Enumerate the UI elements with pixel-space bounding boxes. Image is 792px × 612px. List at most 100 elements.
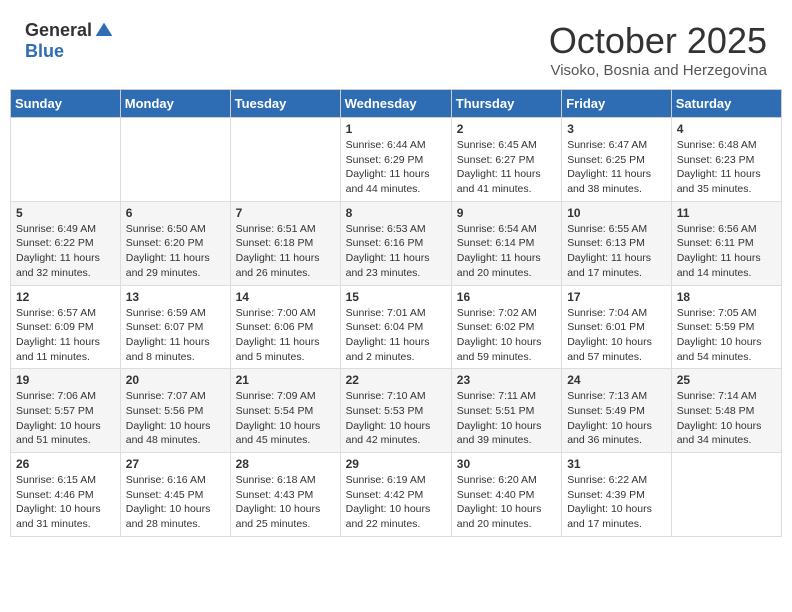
calendar-cell: 11 Sunrise: 6:56 AM Sunset: 6:11 PM Dayli… [671,201,781,285]
day-number: 10 [567,206,666,220]
calendar-cell: 5Sunrise: 6:49 AM Sunset: 6:22 PM Daylig… [11,201,121,285]
calendar-cell: 31 Sunrise: 6:22 AM Sunset: 4:39 PM Dayli… [562,453,672,537]
calendar-cell [120,118,230,202]
day-number: 30 [457,457,556,471]
day-info: Sunrise: 6:22 AM Sunset: 4:39 PM Dayligh… [567,473,666,532]
calendar-cell [230,118,340,202]
calendar-cell: 8Sunrise: 6:53 AM Sunset: 6:16 PM Daylig… [340,201,451,285]
calendar-week-row: 26 Sunrise: 6:15 AM Sunset: 4:46 PM Dayli… [11,453,782,537]
day-number: 7 [236,206,335,220]
day-info: Sunrise: 7:02 AM Sunset: 6:02 PM Dayligh… [457,306,556,365]
day-info: Sunrise: 7:05 AM Sunset: 5:59 PM Dayligh… [677,306,776,365]
day-info: Sunrise: 7:07 AM Sunset: 5:56 PM Dayligh… [126,389,225,448]
calendar-cell: 22 Sunrise: 7:10 AM Sunset: 5:53 PM Dayli… [340,369,451,453]
logo-general-text: General [25,20,92,41]
day-number: 14 [236,290,335,304]
calendar-cell: 25 Sunrise: 7:14 AM Sunset: 5:48 PM Dayli… [671,369,781,453]
day-number: 11 [677,206,776,220]
calendar-cell: 29Sunrise: 6:19 AM Sunset: 4:42 PM Dayli… [340,453,451,537]
day-number: 6 [126,206,225,220]
calendar-week-row: 12Sunrise: 6:57 AM Sunset: 6:09 PM Dayli… [11,285,782,369]
day-number: 18 [677,290,776,304]
calendar-cell: 9Sunrise: 6:54 AM Sunset: 6:14 PM Daylig… [451,201,561,285]
weekday-header-wednesday: Wednesday [340,90,451,118]
day-number: 26 [16,457,115,471]
calendar-week-row: 1 Sunrise: 6:44 AM Sunset: 6:29 PM Daylig… [11,118,782,202]
logo: General Blue [25,20,114,62]
calendar-cell: 4Sunrise: 6:48 AM Sunset: 6:23 PM Daylig… [671,118,781,202]
day-info: Sunrise: 7:04 AM Sunset: 6:01 PM Dayligh… [567,306,666,365]
day-info: Sunrise: 7:09 AM Sunset: 5:54 PM Dayligh… [236,389,335,448]
day-number: 20 [126,373,225,387]
calendar-cell [671,453,781,537]
weekday-header-thursday: Thursday [451,90,561,118]
day-info: Sunrise: 6:54 AM Sunset: 6:14 PM Dayligh… [457,222,556,281]
day-info: Sunrise: 6:44 AM Sunset: 6:29 PM Dayligh… [346,138,446,197]
calendar-cell: 1 Sunrise: 6:44 AM Sunset: 6:29 PM Daylig… [340,118,451,202]
location-text: Visoko, Bosnia and Herzegovina [549,62,767,79]
calendar-cell: 24Sunrise: 7:13 AM Sunset: 5:49 PM Dayli… [562,369,672,453]
calendar-cell: 15Sunrise: 7:01 AM Sunset: 6:04 PM Dayli… [340,285,451,369]
day-info: Sunrise: 7:14 AM Sunset: 5:48 PM Dayligh… [677,389,776,448]
weekday-header-friday: Friday [562,90,672,118]
day-info: Sunrise: 6:47 AM Sunset: 6:25 PM Dayligh… [567,138,666,197]
day-info: Sunrise: 6:57 AM Sunset: 6:09 PM Dayligh… [16,306,115,365]
calendar-week-row: 5Sunrise: 6:49 AM Sunset: 6:22 PM Daylig… [11,201,782,285]
calendar-cell: 27Sunrise: 6:16 AM Sunset: 4:45 PM Dayli… [120,453,230,537]
day-number: 13 [126,290,225,304]
day-info: Sunrise: 6:20 AM Sunset: 4:40 PM Dayligh… [457,473,556,532]
calendar-cell: 7 Sunrise: 6:51 AM Sunset: 6:18 PM Daylig… [230,201,340,285]
day-info: Sunrise: 7:06 AM Sunset: 5:57 PM Dayligh… [16,389,115,448]
month-title: October 2025 [549,20,767,62]
weekday-header-saturday: Saturday [671,90,781,118]
day-number: 3 [567,122,666,136]
logo-icon [94,21,114,41]
day-info: Sunrise: 6:53 AM Sunset: 6:16 PM Dayligh… [346,222,446,281]
day-info: Sunrise: 6:16 AM Sunset: 4:45 PM Dayligh… [126,473,225,532]
day-number: 29 [346,457,446,471]
weekday-header-sunday: Sunday [11,90,121,118]
calendar-cell: 23Sunrise: 7:11 AM Sunset: 5:51 PM Dayli… [451,369,561,453]
day-number: 22 [346,373,446,387]
page-header: General Blue October 2025 Visoko, Bosnia… [10,10,782,84]
calendar-cell: 18 Sunrise: 7:05 AM Sunset: 5:59 PM Dayli… [671,285,781,369]
calendar-cell: 28Sunrise: 6:18 AM Sunset: 4:43 PM Dayli… [230,453,340,537]
calendar-cell: 10 Sunrise: 6:55 AM Sunset: 6:13 PM Dayli… [562,201,672,285]
day-info: Sunrise: 6:56 AM Sunset: 6:11 PM Dayligh… [677,222,776,281]
calendar-cell: 20 Sunrise: 7:07 AM Sunset: 5:56 PM Dayli… [120,369,230,453]
day-info: Sunrise: 7:13 AM Sunset: 5:49 PM Dayligh… [567,389,666,448]
day-info: Sunrise: 6:45 AM Sunset: 6:27 PM Dayligh… [457,138,556,197]
day-info: Sunrise: 6:15 AM Sunset: 4:46 PM Dayligh… [16,473,115,532]
calendar-cell: 6Sunrise: 6:50 AM Sunset: 6:20 PM Daylig… [120,201,230,285]
day-info: Sunrise: 6:55 AM Sunset: 6:13 PM Dayligh… [567,222,666,281]
calendar-cell: 16 Sunrise: 7:02 AM Sunset: 6:02 PM Dayli… [451,285,561,369]
day-info: Sunrise: 6:59 AM Sunset: 6:07 PM Dayligh… [126,306,225,365]
calendar-cell: 26 Sunrise: 6:15 AM Sunset: 4:46 PM Dayli… [11,453,121,537]
weekday-header-tuesday: Tuesday [230,90,340,118]
day-info: Sunrise: 6:51 AM Sunset: 6:18 PM Dayligh… [236,222,335,281]
weekday-header-row: SundayMondayTuesdayWednesdayThursdayFrid… [11,90,782,118]
calendar-cell: 30 Sunrise: 6:20 AM Sunset: 4:40 PM Dayli… [451,453,561,537]
day-info: Sunrise: 7:11 AM Sunset: 5:51 PM Dayligh… [457,389,556,448]
day-info: Sunrise: 7:10 AM Sunset: 5:53 PM Dayligh… [346,389,446,448]
calendar-cell: 2 Sunrise: 6:45 AM Sunset: 6:27 PM Daylig… [451,118,561,202]
logo-blue-text: Blue [25,41,64,62]
calendar-cell: 21 Sunrise: 7:09 AM Sunset: 5:54 PM Dayli… [230,369,340,453]
day-info: Sunrise: 7:01 AM Sunset: 6:04 PM Dayligh… [346,306,446,365]
day-number: 21 [236,373,335,387]
day-number: 1 [346,122,446,136]
day-number: 16 [457,290,556,304]
day-number: 25 [677,373,776,387]
calendar-cell: 13 Sunrise: 6:59 AM Sunset: 6:07 PM Dayli… [120,285,230,369]
calendar-table: SundayMondayTuesdayWednesdayThursdayFrid… [10,89,782,537]
calendar-cell: 19Sunrise: 7:06 AM Sunset: 5:57 PM Dayli… [11,369,121,453]
day-number: 5 [16,206,115,220]
day-number: 31 [567,457,666,471]
calendar-week-row: 19Sunrise: 7:06 AM Sunset: 5:57 PM Dayli… [11,369,782,453]
day-number: 28 [236,457,335,471]
calendar-cell: 3 Sunrise: 6:47 AM Sunset: 6:25 PM Daylig… [562,118,672,202]
day-number: 2 [457,122,556,136]
weekday-header-monday: Monday [120,90,230,118]
calendar-cell [11,118,121,202]
calendar-cell: 17Sunrise: 7:04 AM Sunset: 6:01 PM Dayli… [562,285,672,369]
